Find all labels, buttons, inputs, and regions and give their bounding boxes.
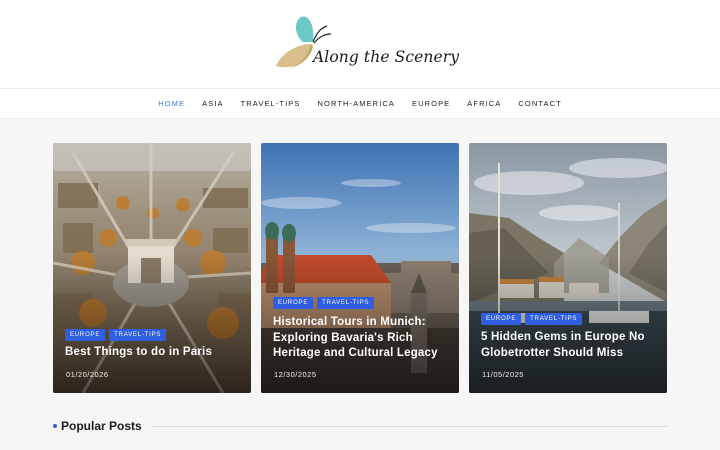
tag-travel-tips[interactable]: TRAVEL-TIPS <box>317 297 375 309</box>
featured-card-europe-gems[interactable]: EUROPE TRAVEL-TIPS 5 Hidden Gems in Euro… <box>469 143 667 393</box>
tag-europe[interactable]: EUROPE <box>481 313 522 325</box>
tag-list: EUROPE TRAVEL-TIPS <box>273 297 375 309</box>
featured-posts: EUROPE TRAVEL-TIPS Best Things to do in … <box>53 143 668 393</box>
site-logo[interactable]: Along the Scenery <box>273 14 463 74</box>
nav-item-europe[interactable]: EUROPE <box>404 99 459 108</box>
logo-text: Along the Scenery <box>313 48 460 66</box>
tag-europe[interactable]: EUROPE <box>273 297 314 309</box>
nav-item-africa[interactable]: AFRICA <box>459 99 510 108</box>
post-date: 12/30/2025 <box>274 370 317 379</box>
tag-list: EUROPE TRAVEL-TIPS <box>481 313 583 325</box>
tag-europe[interactable]: EUROPE <box>65 329 106 341</box>
main-nav: HOME ASIA TRAVEL-TIPS NORTH-AMERICA EURO… <box>0 88 720 119</box>
popular-posts-header: Popular Posts <box>53 418 668 434</box>
nav-item-asia[interactable]: ASIA <box>194 99 233 108</box>
post-title[interactable]: 5 Hidden Gems in Europe No Globetrotter … <box>481 330 657 361</box>
post-date: 11/05/2025 <box>482 370 524 379</box>
featured-card-paris[interactable]: EUROPE TRAVEL-TIPS Best Things to do in … <box>53 143 251 393</box>
site-header: Along the Scenery <box>0 0 720 88</box>
nav-item-home[interactable]: HOME <box>150 99 194 108</box>
tag-travel-tips[interactable]: TRAVEL-TIPS <box>109 329 167 341</box>
post-title[interactable]: Best Things to do in Paris <box>65 345 241 361</box>
nav-item-travel-tips[interactable]: TRAVEL-TIPS <box>232 99 309 108</box>
post-date: 01/20/2026 <box>66 370 109 379</box>
nav-item-north-america[interactable]: NORTH-AMERICA <box>309 99 404 108</box>
section-title: Popular Posts <box>61 419 142 433</box>
tag-list: EUROPE TRAVEL-TIPS <box>65 329 167 341</box>
nav-item-contact[interactable]: CONTACT <box>510 99 570 108</box>
featured-card-munich[interactable]: EUROPE TRAVEL-TIPS Historical Tours in M… <box>261 143 459 393</box>
divider <box>151 425 668 427</box>
post-title[interactable]: Historical Tours in Munich: Exploring Ba… <box>273 315 449 362</box>
bullet-dot-icon <box>53 424 57 428</box>
tag-travel-tips[interactable]: TRAVEL-TIPS <box>525 313 583 325</box>
